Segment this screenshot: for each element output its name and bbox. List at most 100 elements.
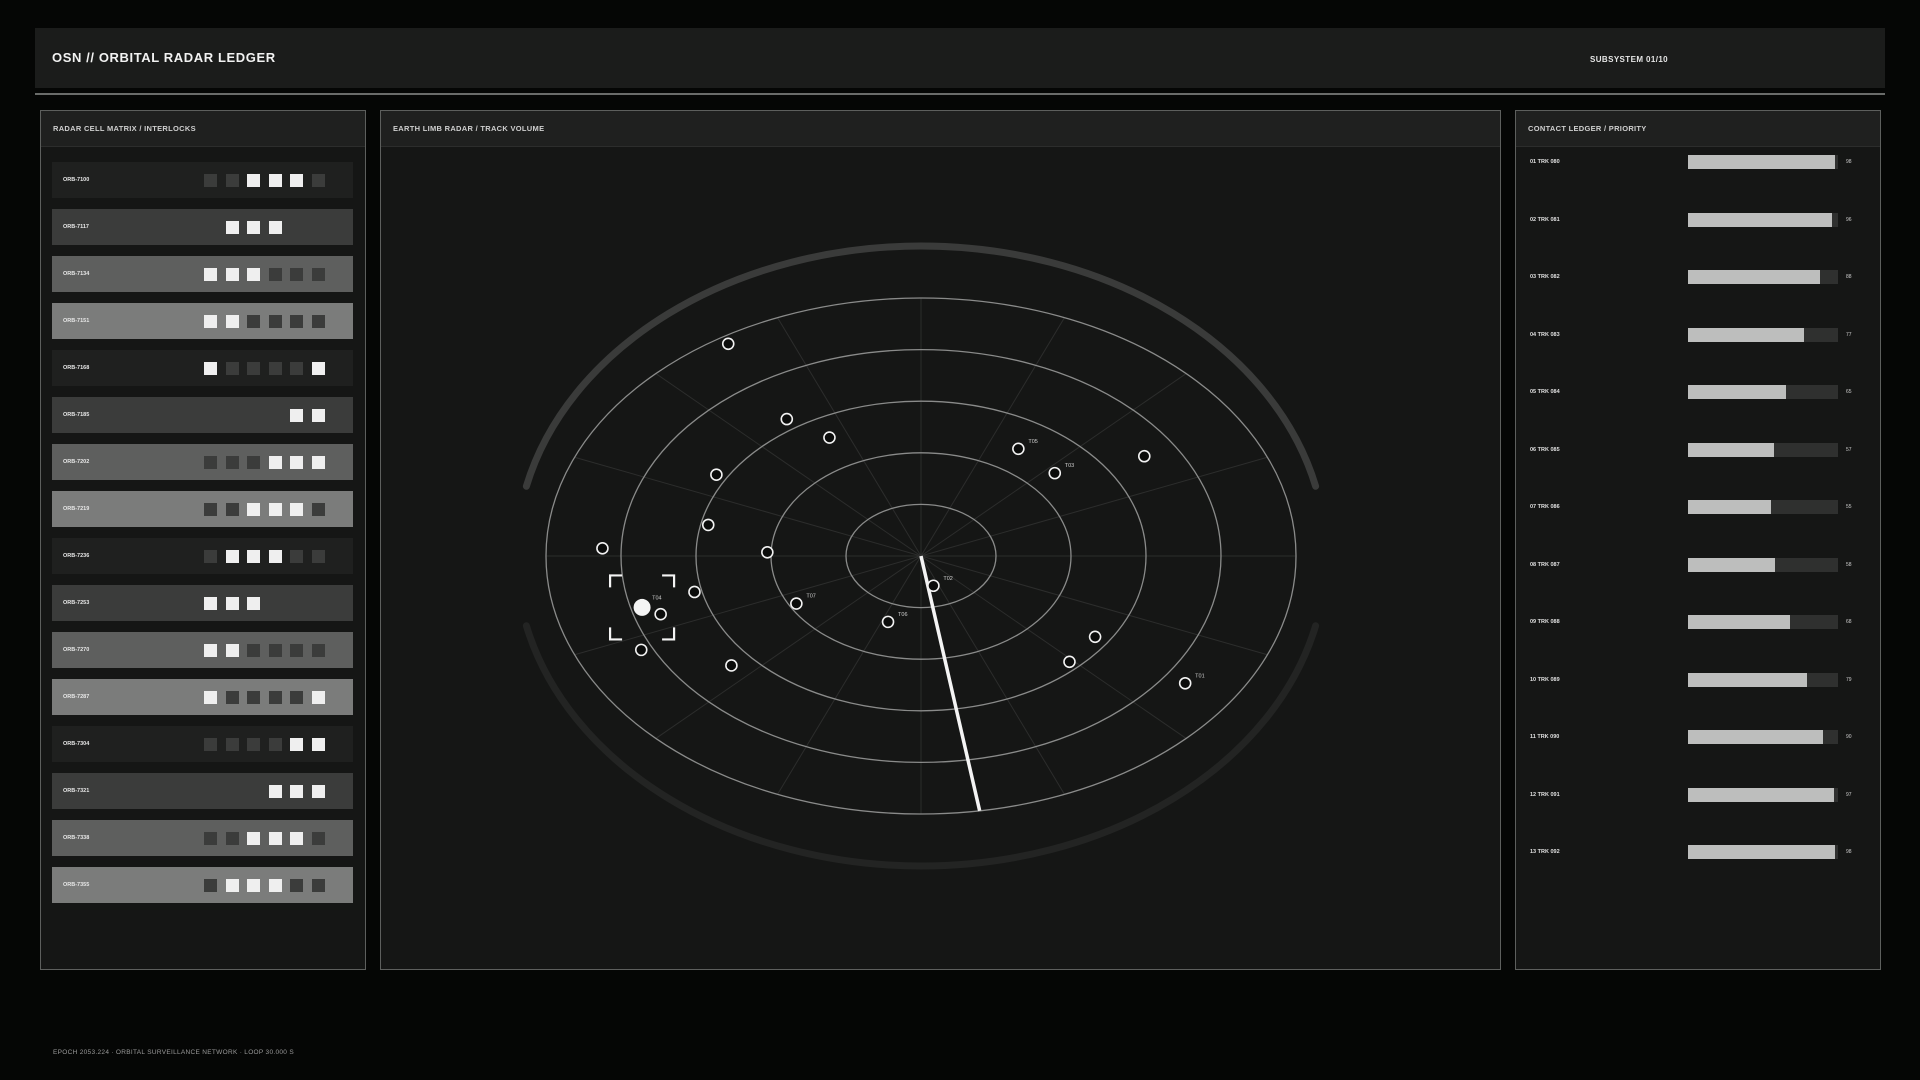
radar-contact-marker [1063, 655, 1076, 669]
cell-row[interactable]: ORB-7117 [52, 209, 353, 245]
interlock-indicator [225, 502, 239, 516]
cell-row[interactable]: ORB-7219 [52, 491, 353, 527]
cell-id-label: ORB-7100 [63, 177, 90, 183]
interlock-indicator [290, 502, 303, 516]
interlock-indicator [247, 596, 260, 610]
interlock-indicator [290, 267, 303, 281]
interlock-indicator [311, 784, 325, 798]
cell-row[interactable]: ORB-7355 [52, 867, 353, 903]
priority-bar-fill [1688, 442, 1774, 457]
interlock-indicator [225, 690, 239, 704]
interlock-indicator [268, 455, 282, 469]
contact-row[interactable]: 13 TRK 092 98 [1516, 845, 1876, 865]
interlock-indicator [268, 267, 282, 281]
radar-contact-marker [1012, 442, 1025, 456]
contact-row[interactable]: 07 TRK 086 55 [1516, 500, 1876, 520]
interlock-indicator [204, 596, 217, 610]
cell-row[interactable]: ORB-7253 [52, 585, 353, 621]
priority-value: 97 [1846, 791, 1852, 798]
priority-value: 98 [1846, 159, 1852, 165]
radar-contact-marker [721, 337, 735, 351]
contact-row[interactable]: 10 TRK 089 79 [1516, 672, 1876, 693]
interlock-indicator [268, 220, 282, 234]
contact-label: 02 TRK 081 [1530, 216, 1560, 223]
cell-row[interactable]: ORB-7151 [52, 303, 353, 339]
contact-row[interactable]: 11 TRK 090 90 [1516, 730, 1876, 750]
contact-row[interactable]: 08 TRK 087 58 [1516, 557, 1876, 578]
cell-id-label: ORB-7219 [63, 506, 90, 512]
interlock-indicator [204, 220, 217, 234]
cell-id-label: ORB-7202 [63, 459, 90, 465]
contact-row[interactable]: 05 TRK 084 65 [1516, 385, 1876, 405]
radar-scope[interactable]: T02 T03 T05 T07 T06 T01 T04 [381, 146, 1500, 969]
priority-value: 65 [1846, 389, 1852, 395]
radar-contact-marker [761, 546, 774, 559]
cell-id-label: ORB-7185 [63, 412, 90, 418]
interlock-indicator [204, 549, 217, 563]
interlock-indicator [225, 361, 239, 375]
interlock-indicator [204, 408, 217, 422]
radar-contact-marker [881, 615, 895, 629]
interlock-indicator [311, 267, 325, 281]
cell-row[interactable]: ORB-7338 [52, 820, 353, 856]
footer-status: EPOCH 2053.224 · ORBITAL SURVEILLANCE NE… [53, 1049, 294, 1056]
interlock-indicator [225, 173, 239, 187]
cell-row[interactable]: ORB-7304 [52, 726, 353, 762]
interlock-indicator [290, 831, 303, 845]
cell-row[interactable]: ORB-7236 [52, 538, 353, 574]
interlock-indicator [311, 831, 325, 845]
interlock-indicator [204, 361, 217, 375]
interlock-indicator [247, 690, 260, 704]
contact-label: 08 TRK 087 [1530, 561, 1560, 568]
contact-row[interactable]: 04 TRK 083 77 [1516, 327, 1876, 348]
priority-bar-fill [1688, 672, 1807, 687]
priority-bar-track [1688, 730, 1838, 744]
cell-row[interactable]: ORB-7168 [52, 350, 353, 386]
interlock-indicator [268, 549, 282, 563]
contact-row[interactable]: 02 TRK 081 96 [1516, 212, 1876, 233]
contact-row[interactable]: 03 TRK 082 88 [1516, 270, 1876, 290]
interlock-indicator [247, 502, 260, 516]
interlock-indicator [290, 408, 303, 422]
priority-bar-track [1688, 155, 1838, 169]
interlock-indicator [290, 878, 303, 892]
interlock-indicator [247, 173, 260, 187]
priority-bar-fill [1688, 500, 1771, 514]
radar-spoke [920, 373, 1187, 557]
interlock-indicator [204, 831, 217, 845]
interlock-indicator [311, 596, 325, 610]
cell-row[interactable]: ORB-7134 [52, 256, 353, 292]
subsystem-indicator: SUBSYSTEM 01/10 [1590, 55, 1669, 64]
radar-spoke [574, 555, 922, 656]
cell-row[interactable]: ORB-7321 [52, 773, 353, 809]
priority-bar-fill [1688, 845, 1835, 859]
contact-label: 05 TRK 084 [1530, 389, 1560, 395]
priority-value: 96 [1846, 216, 1852, 223]
radar-contact-marker [634, 643, 648, 657]
interlock-indicator [225, 408, 239, 422]
radar-contact-label: T03 [1065, 463, 1074, 469]
contact-row[interactable]: 09 TRK 088 68 [1516, 615, 1876, 635]
radar-contact-label: T02 [943, 576, 952, 582]
cell-row[interactable]: ORB-7270 [52, 632, 353, 668]
radar-contact-marker [780, 412, 794, 426]
contact-row[interactable]: 12 TRK 091 97 [1516, 787, 1876, 808]
cell-row[interactable]: ORB-7202 [52, 444, 353, 480]
contact-label: 12 TRK 091 [1530, 791, 1560, 798]
interlock-indicator [268, 173, 282, 187]
contact-label: 06 TRK 085 [1530, 446, 1560, 453]
priority-bar-track [1688, 385, 1838, 399]
interlock-indicator [247, 361, 260, 375]
cell-row[interactable]: ORB-7100 [52, 162, 353, 198]
contact-ledger-panel: CONTACT LEDGER / PRIORITY 01 TRK 080 98 02… [1515, 110, 1881, 970]
priority-bar-track [1688, 672, 1838, 687]
interlock-indicator [225, 784, 239, 798]
cell-row[interactable]: ORB-7185 [52, 397, 353, 433]
interlock-indicator [204, 690, 217, 704]
contact-row[interactable]: 06 TRK 085 57 [1516, 442, 1876, 463]
cell-row[interactable]: ORB-7287 [52, 679, 353, 715]
cell-id-label: ORB-7338 [63, 835, 90, 841]
radar-contact-marker [710, 468, 723, 482]
interlock-indicator [268, 878, 282, 892]
contact-row[interactable]: 01 TRK 080 98 [1516, 155, 1876, 175]
